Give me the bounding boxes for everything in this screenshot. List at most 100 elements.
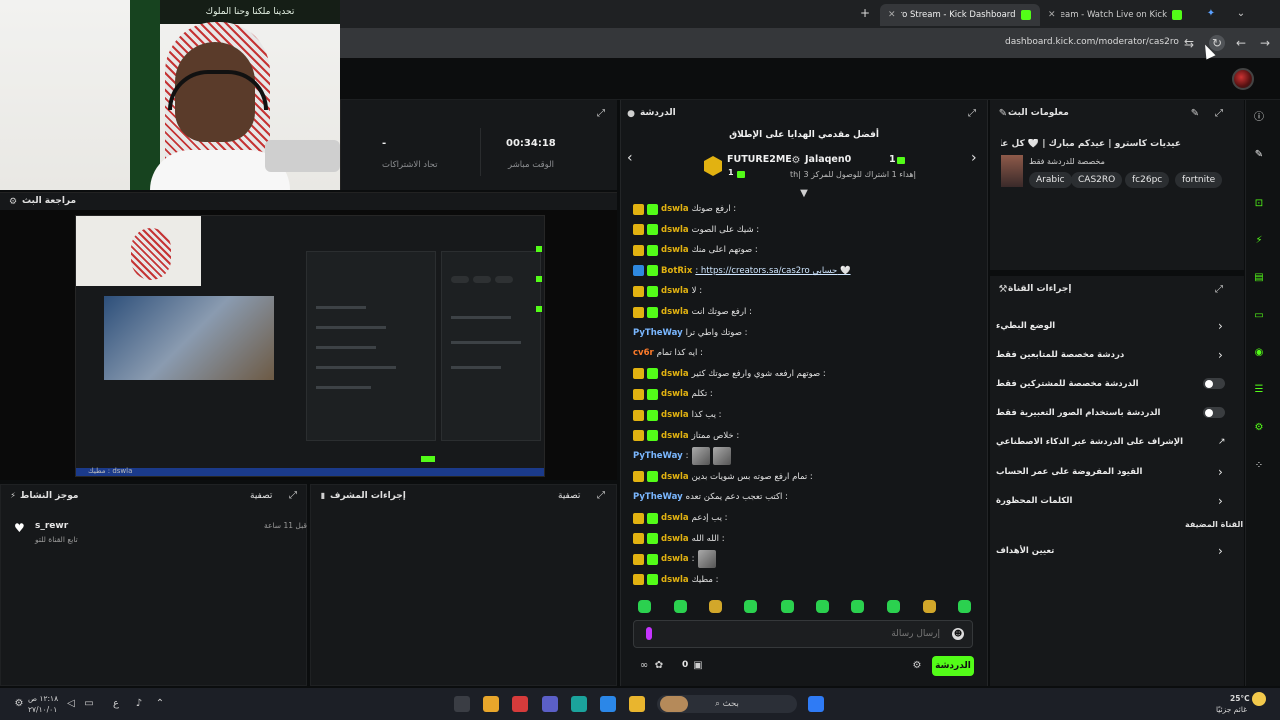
channel-action-row[interactable]: الدردشة مخصصة للمشتركين فقط <box>996 376 1228 394</box>
close-tab-icon[interactable]: ✕ <box>1048 10 1056 20</box>
chat-username[interactable]: dswla <box>661 204 689 214</box>
popout-icon[interactable]: ⤢ <box>1212 283 1226 297</box>
notification-icon[interactable]: ⚙ <box>12 697 26 711</box>
network-icon[interactable]: ▭ <box>82 697 96 711</box>
chat-message[interactable]: dswla: <box>633 550 716 569</box>
tab-search-icon[interactable]: ⌄ <box>1234 7 1248 21</box>
site-settings-icon[interactable]: ⇆ <box>1181 35 1197 51</box>
emote-icon[interactable] <box>709 600 722 613</box>
chevron-down-icon[interactable]: ▼ <box>797 187 811 201</box>
emote-icon[interactable] <box>744 600 757 613</box>
obs-icon[interactable] <box>512 696 528 712</box>
browser-tab-active[interactable]: Cas2ro Stream - Kick Dashboard ✕ <box>880 4 1040 26</box>
microphone-icon[interactable]: ♪ <box>132 697 146 711</box>
new-tab-icon[interactable]: + <box>858 6 872 20</box>
popout-icon[interactable]: ⤢ <box>1212 107 1226 121</box>
chat-message[interactable]: dswla: مطيك <box>633 572 718 588</box>
popout-icon[interactable]: ⤢ <box>594 107 608 121</box>
popout-icon[interactable]: ⤢ <box>286 489 300 503</box>
chat-message[interactable]: dswla: ارفع صوتك <box>633 201 736 217</box>
chat-username[interactable]: BotRix <box>661 266 692 276</box>
chat-username[interactable]: dswla <box>661 245 689 255</box>
chevron-right-icon[interactable]: › <box>1218 320 1226 332</box>
chat-username[interactable]: dswla <box>661 554 689 564</box>
chat-username[interactable]: dswla <box>661 575 689 585</box>
emote-icon[interactable] <box>887 600 900 613</box>
chat-username[interactable]: dswla <box>661 286 689 296</box>
popout-icon[interactable]: ⤢ <box>594 489 608 503</box>
chevron-right-icon[interactable]: › <box>1218 349 1226 361</box>
chat-message[interactable]: BotRix: https://creators.sa/cas2ro حسابي… <box>633 263 851 279</box>
chat-message[interactable]: dswla: يب إدعم <box>633 510 728 526</box>
chevron-left-icon[interactable]: ‹ <box>627 150 639 166</box>
clock-date[interactable]: ٢٧/١٠/٠١ <box>28 705 57 714</box>
channel-action-row[interactable]: الدردشة باستخدام الصور التعبيرية فقط <box>996 405 1228 423</box>
gear-icon[interactable]: ⚙ <box>910 659 924 673</box>
stream-tag[interactable]: Arabic <box>1029 172 1072 188</box>
chat-username[interactable]: dswla <box>661 369 689 379</box>
chevron-right-icon[interactable]: › <box>1218 466 1226 478</box>
chat-username[interactable]: cv6r <box>633 348 654 358</box>
chat-username[interactable]: dswla <box>661 431 689 441</box>
microphone-icon[interactable] <box>646 627 652 640</box>
chat-message-input[interactable]: إرسال رسالة ☻ <box>633 620 973 648</box>
emote-icon[interactable] <box>958 600 971 613</box>
gear-icon[interactable]: ⚙ <box>6 195 20 209</box>
channel-action-row[interactable]: الوضع البطيء <box>996 318 1228 336</box>
edge-browser-icon[interactable] <box>571 696 587 712</box>
chat-username[interactable]: dswla <box>661 534 689 544</box>
clock-time[interactable]: ١٢:١٨ ص <box>28 694 58 703</box>
chat-message[interactable]: dswla: صوتهم اعلى منك <box>633 242 758 258</box>
info-icon[interactable]: ⓘ <box>1251 110 1267 126</box>
chat-username[interactable]: PyTheWay <box>633 328 683 338</box>
weather-icon[interactable] <box>1252 692 1266 706</box>
chat-username[interactable]: dswla <box>661 225 689 235</box>
toggle-switch[interactable] <box>1203 378 1225 389</box>
emote-icon[interactable] <box>923 600 936 613</box>
stream-category[interactable]: مخصصة للدردشة فقط <box>1029 157 1105 166</box>
set-goals-row[interactable]: تعيين الأهداف <box>996 543 1228 561</box>
chat-message[interactable]: dswla: تمام ارفع صوته بس شويات بدين <box>633 469 813 485</box>
emote-icon[interactable] <box>851 600 864 613</box>
wrench-icon[interactable]: ⚙ <box>1251 420 1267 436</box>
stream-tag[interactable]: fortnite <box>1175 172 1223 188</box>
browser-tab[interactable]: IR2kanx Stream - Watch Live on Kick ✕ <box>1040 4 1190 26</box>
stream-tag[interactable]: CAS2RO <box>1071 172 1123 188</box>
more-icon[interactable]: ⁘ <box>1251 458 1267 474</box>
points-icon[interactable]: ✿ <box>652 659 666 673</box>
chat-send-button[interactable]: الدردشة <box>932 656 974 676</box>
chat-message[interactable]: dswla: ارفع صوتك انت <box>633 304 752 320</box>
chrome-icon[interactable] <box>483 696 499 712</box>
chat-message[interactable]: dswla: لا <box>633 283 702 299</box>
channel-action-row[interactable]: دردشة مخصصة للمتابعين فقط <box>996 347 1228 365</box>
emote-icon[interactable] <box>816 600 829 613</box>
file-explorer-icon[interactable] <box>629 696 645 712</box>
mod-actions-filter[interactable]: تصفية <box>558 491 580 501</box>
clipboard-icon[interactable]: ▤ <box>1251 270 1267 286</box>
gift-icon[interactable]: ▣ <box>691 659 705 673</box>
close-tab-icon[interactable]: ✕ <box>888 10 896 20</box>
chat-message[interactable]: PyTheWay: <box>633 447 731 466</box>
settings-icon[interactable] <box>454 696 470 712</box>
emote-icon[interactable] <box>638 600 651 613</box>
extension-icon[interactable]: ✦ <box>1204 7 1218 21</box>
popout-icon[interactable]: ⤢ <box>965 107 979 121</box>
chat-message[interactable]: dswla: يب كذا <box>633 407 722 423</box>
user-avatar[interactable] <box>1232 68 1254 90</box>
chat-message[interactable]: dswla: الله الله <box>633 531 725 547</box>
category-thumbnail[interactable] <box>1001 155 1023 187</box>
gear-icon[interactable]: ⚡ <box>6 489 20 503</box>
chat-message[interactable]: dswla: تكلم <box>633 386 713 402</box>
forward-arrow-icon[interactable]: → <box>1257 35 1273 51</box>
chat-username[interactable]: dswla <box>661 307 689 317</box>
chat-username[interactable]: PyTheWay <box>633 492 683 502</box>
external-link-icon[interactable]: ↗ <box>1218 436 1226 448</box>
chat-username[interactable]: PyTheWay <box>633 451 683 461</box>
chat-message[interactable]: dswla: شيك على الصوت <box>633 222 759 238</box>
lightning-icon[interactable]: ⚡ <box>1251 233 1267 249</box>
activity-filter[interactable]: تصفية <box>250 491 272 501</box>
back-arrow-icon[interactable]: ← <box>1233 35 1249 51</box>
chat-message[interactable]: PyTheWay: اكتب تعجب دعم يمكن تعده <box>633 489 788 505</box>
chat-username[interactable]: dswla <box>661 410 689 420</box>
windows-start-icon[interactable] <box>808 696 824 712</box>
